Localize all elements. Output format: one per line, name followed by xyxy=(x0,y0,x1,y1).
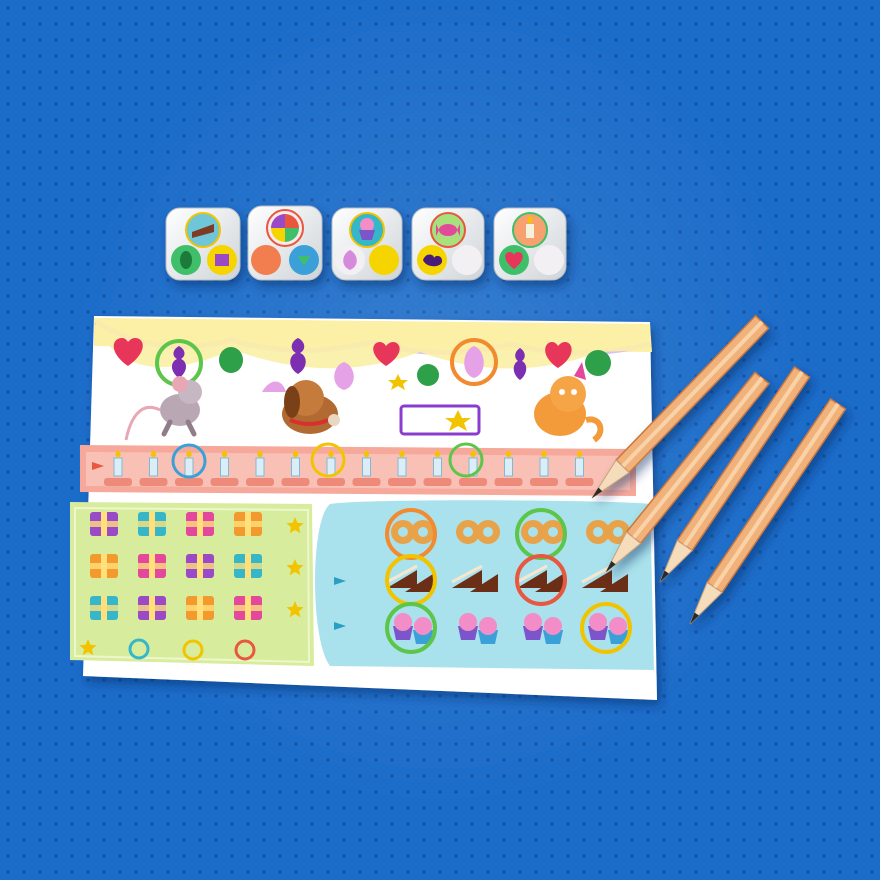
green-balloon-icon xyxy=(219,347,243,373)
die-3[interactable] xyxy=(331,207,403,281)
green-balloon-icon xyxy=(585,350,611,376)
die-4[interactable] xyxy=(411,207,485,281)
present-icon xyxy=(90,554,118,578)
bonus-star-box xyxy=(399,404,481,436)
green-balloon-icon xyxy=(417,364,439,386)
present-icon xyxy=(138,554,166,578)
present-icon xyxy=(186,554,214,578)
die-5[interactable] xyxy=(493,207,567,281)
present-icon xyxy=(186,512,214,536)
dice-row xyxy=(165,205,567,281)
present-icon xyxy=(90,512,118,536)
game-scene xyxy=(0,0,880,880)
scene-illustration xyxy=(70,205,847,700)
candle-track xyxy=(80,445,636,496)
present-icon xyxy=(234,512,262,536)
present-icon xyxy=(234,554,262,578)
grape-balloon-icon xyxy=(290,338,306,374)
present-icon xyxy=(138,596,166,620)
present-icon xyxy=(138,512,166,536)
die-1[interactable] xyxy=(165,207,241,281)
present-icon xyxy=(234,596,262,620)
present-icon xyxy=(90,596,118,620)
die-2[interactable] xyxy=(247,205,323,281)
present-icon xyxy=(186,596,214,620)
